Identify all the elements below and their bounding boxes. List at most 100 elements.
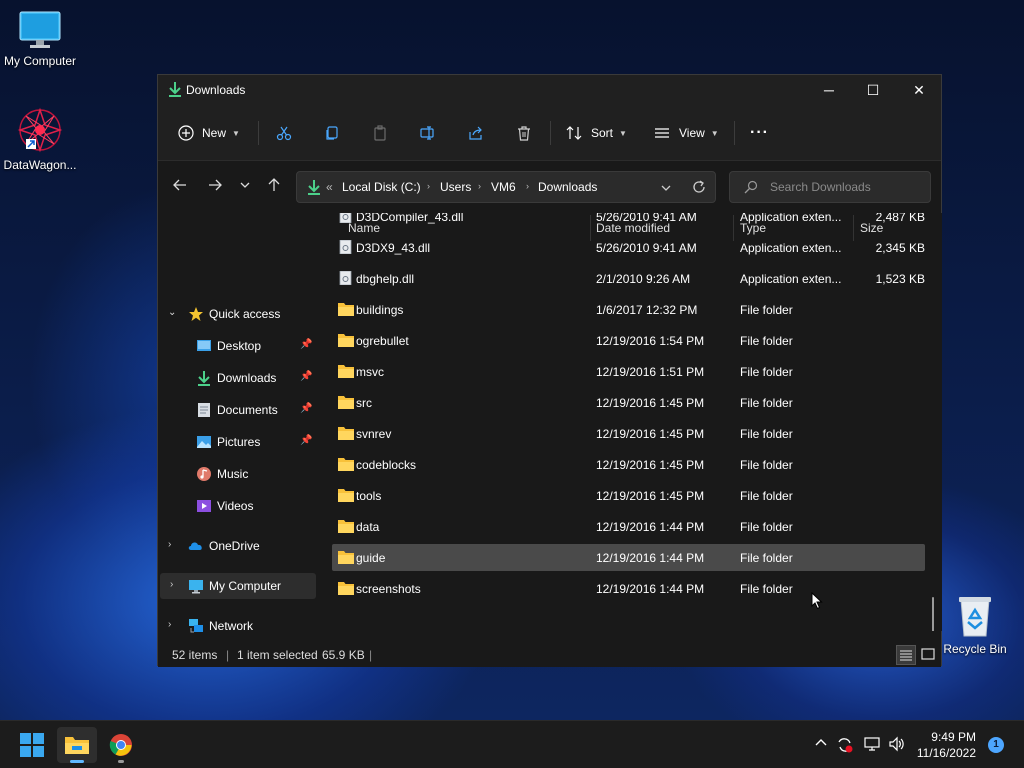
pin-icon[interactable]: 📌 <box>300 339 312 350</box>
nav-item-label: OneDrive <box>209 539 260 553</box>
new-button[interactable]: New ▼ <box>178 119 240 147</box>
nav-item-downloads[interactable]: Downloads 📌 <box>158 365 314 391</box>
nav-item-my-computer[interactable]: › My Computer <box>160 573 316 599</box>
selection-count: 1 item selected <box>237 648 318 662</box>
breadcrumb-downloads[interactable]: Downloads <box>538 180 597 194</box>
file-date-modified: 12/19/2016 1:44 PM <box>596 551 705 565</box>
details-view-toggle-icon[interactable] <box>896 645 916 665</box>
nav-item-pictures[interactable]: Pictures 📌 <box>158 429 314 455</box>
delete-button[interactable] <box>516 119 532 147</box>
chevron-right-icon[interactable]: › <box>170 579 173 590</box>
view-button[interactable]: View ▼ <box>654 119 719 147</box>
file-name: src <box>356 396 372 410</box>
network-icon[interactable] <box>863 736 881 755</box>
refresh-icon[interactable] <box>692 180 706 194</box>
desktop-icon-datawagon[interactable]: DataWagon... <box>0 106 80 172</box>
file-row[interactable]: ogrebullet 12/19/2016 1:54 PM File folder <box>332 327 925 354</box>
address-bar[interactable]: « Local Disk (C:) › Users › VM6 › Downlo… <box>296 171 716 203</box>
file-row[interactable]: tools 12/19/2016 1:45 PM File folder <box>332 482 925 509</box>
sort-button[interactable]: Sort ▼ <box>566 119 627 147</box>
file-row[interactable]: screenshots 12/19/2016 1:44 PM File folder <box>332 575 925 602</box>
chevron-right-icon[interactable]: › <box>168 619 171 630</box>
chevron-down-icon[interactable] <box>660 182 672 194</box>
forward-arrow-icon[interactable] <box>203 177 227 197</box>
vertical-scrollbar[interactable] <box>932 597 934 631</box>
copy-button[interactable] <box>324 119 340 147</box>
chevron-down-icon[interactable]: ⌄ <box>168 307 176 318</box>
nav-item-onedrive[interactable]: › OneDrive <box>158 533 314 559</box>
nav-item-label: Downloads <box>217 371 277 385</box>
maximize-button[interactable]: ☐ <box>850 75 896 105</box>
desktop-folder-icon <box>197 340 211 351</box>
paste-button[interactable] <box>372 119 388 147</box>
nav-item-documents[interactable]: Documents 📌 <box>158 397 314 423</box>
title-bar[interactable]: Downloads ─ ☐ ✕ <box>158 75 941 105</box>
folder-icon <box>338 489 354 502</box>
clock[interactable]: 9:49 PM 11/16/2022 <box>910 729 976 761</box>
recent-locations-chevron-icon[interactable] <box>233 177 257 197</box>
taskbar-chrome[interactable] <box>101 727 141 763</box>
taskbar-file-explorer[interactable] <box>57 727 97 763</box>
search-input[interactable]: Search Downloads <box>729 171 931 203</box>
start-button[interactable] <box>12 727 52 763</box>
rename-button[interactable] <box>420 119 436 147</box>
nav-item-videos[interactable]: Videos <box>158 493 314 519</box>
file-name: D3DCompiler_43.dll <box>356 213 464 224</box>
desktop-icon-recycle-bin[interactable]: Recycle Bin <box>935 594 1015 656</box>
file-row[interactable]: src 12/19/2016 1:45 PM File folder <box>332 389 925 416</box>
nav-item-music[interactable]: Music <box>158 461 314 487</box>
minimize-button[interactable]: ─ <box>806 75 852 105</box>
breadcrumb-separator-icon[interactable]: › <box>427 181 430 191</box>
volume-icon[interactable] <box>888 736 906 755</box>
nav-item-quick-access[interactable]: ⌄ Quick access <box>158 301 314 327</box>
nav-item-label: Desktop <box>217 339 262 353</box>
monitor-icon <box>189 580 203 594</box>
separator <box>734 121 735 145</box>
file-type: Application exten... <box>740 241 842 255</box>
file-row[interactable]: D3DCompiler_43.dll 5/26/2010 9:41 AM Appli… <box>332 213 925 230</box>
breadcrumb-local-disk[interactable]: Local Disk (C:) <box>342 180 421 194</box>
nav-item-label: My Computer <box>209 579 282 593</box>
large-icons-view-toggle-icon[interactable] <box>919 645 939 665</box>
up-arrow-icon[interactable] <box>262 177 286 197</box>
file-row[interactable]: data 12/19/2016 1:44 PM File folder <box>332 513 925 540</box>
search-placeholder: Search Downloads <box>770 180 871 194</box>
dll-file-icon <box>339 271 352 285</box>
breadcrumb-separator-icon[interactable]: › <box>526 181 529 191</box>
pin-icon[interactable]: 📌 <box>300 435 312 446</box>
breadcrumb-separator-icon[interactable]: › <box>478 181 481 191</box>
address-row: « Local Disk (C:) › Users › VM6 › Downlo… <box>158 161 941 213</box>
breadcrumb-overflow[interactable]: « <box>326 180 333 194</box>
sync-status-icon[interactable] <box>836 736 854 757</box>
star-icon <box>189 307 203 321</box>
file-row[interactable]: dbghelp.dll 2/1/2010 9:26 AM Application e… <box>332 265 925 292</box>
pin-icon[interactable]: 📌 <box>300 371 312 382</box>
file-row[interactable]: svnrev 12/19/2016 1:45 PM File folder <box>332 420 925 447</box>
file-row[interactable]: codeblocks 12/19/2016 1:45 PM File folder <box>332 451 925 478</box>
chevron-right-icon[interactable]: › <box>168 539 171 550</box>
music-icon <box>197 467 211 481</box>
nav-item-network[interactable]: › Network <box>158 613 314 639</box>
file-type: File folder <box>740 458 793 472</box>
file-row[interactable]: guide 12/19/2016 1:44 PM File folder <box>332 544 925 571</box>
more-options-button[interactable]: ··· <box>750 119 769 147</box>
file-row[interactable]: buildings 1/6/2017 12:32 PM File folder <box>332 296 925 323</box>
breadcrumb-vm6[interactable]: VM6 <box>491 180 516 194</box>
notification-badge[interactable]: 1 <box>988 737 1004 753</box>
cut-button[interactable] <box>276 119 292 147</box>
file-name: guide <box>356 551 386 565</box>
breadcrumb-users[interactable]: Users <box>440 180 471 194</box>
close-button[interactable]: ✕ <box>896 75 942 105</box>
file-size: 1,523 KB <box>875 272 925 286</box>
share-button[interactable] <box>468 119 484 147</box>
show-hidden-icons-chevron-icon[interactable] <box>814 736 828 753</box>
nav-item-desktop[interactable]: Desktop 📌 <box>158 333 314 359</box>
pin-icon[interactable]: 📌 <box>300 403 312 414</box>
ellipsis-icon: ··· <box>750 124 769 141</box>
desktop-icon-my-computer[interactable]: My Computer <box>0 10 80 68</box>
back-arrow-icon[interactable] <box>168 177 192 197</box>
file-row[interactable]: D3DX9_43.dll 5/26/2010 9:41 AM Application… <box>332 234 925 261</box>
file-row[interactable]: msvc 12/19/2016 1:51 PM File folder <box>332 358 925 385</box>
taskbar: 9:49 PM 11/16/2022 1 <box>0 720 1024 768</box>
window-title: Downloads <box>186 83 246 97</box>
